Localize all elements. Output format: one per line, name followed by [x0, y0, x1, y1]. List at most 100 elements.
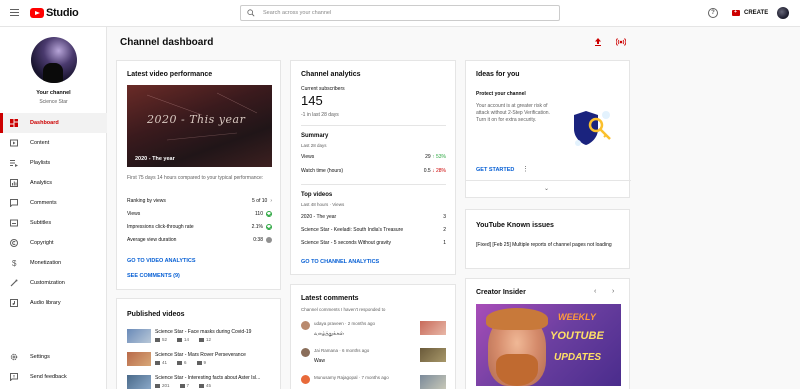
create-button[interactable]: CREATE: [728, 6, 772, 20]
studio-logo[interactable]: Studio: [30, 7, 79, 19]
commenter-avatar: [301, 348, 310, 357]
sidebar-item-monetization[interactable]: $ Monetization: [0, 253, 107, 273]
sidebar-item-label: Customization: [30, 280, 65, 286]
comment-item[interactable]: Munusamy Rajagopal · 7 months ago: [301, 375, 446, 389]
top-video-views: 1: [443, 240, 446, 246]
channel-analytics-link[interactable]: GO TO CHANNEL ANALYTICS: [301, 259, 379, 265]
ranking-label: Ranking by views: [127, 198, 166, 204]
comment-meta: udaya praveen · 2 months ago: [314, 321, 376, 326]
latest-video-thumbnail[interactable]: 2020 - This year 2020 - The year: [127, 85, 272, 167]
upload-icon[interactable]: [593, 37, 603, 47]
metric-row: Views 110: [127, 211, 272, 217]
more-vert-icon[interactable]: ⋮: [522, 165, 529, 173]
search-bar[interactable]: [240, 5, 560, 21]
top-video-views: 3: [443, 214, 446, 220]
top-video-row[interactable]: 2020 - The year 3: [301, 214, 446, 220]
sidebar-item-comments[interactable]: Comments: [0, 193, 107, 213]
latest-video-card: Latest video performance 2020 - This yea…: [116, 60, 281, 290]
subscribers-count: 145: [301, 93, 323, 108]
comments-count: 7: [186, 383, 190, 388]
latest-comments-card: Latest comments Channel comments I haven…: [290, 284, 456, 389]
top-video-title: 2020 - The year: [301, 214, 337, 220]
summary-label: Watch time (hours): [301, 168, 344, 174]
metric-value: 110: [255, 211, 263, 217]
comment-meta: Jai Ramana · 6 months ago: [314, 348, 370, 353]
sidebar-item-dashboard[interactable]: Dashboard: [0, 113, 107, 133]
published-video-item[interactable]: Science Star - Interesting facts about A…: [127, 375, 282, 389]
video-stats: 201 7 45: [155, 383, 211, 388]
comment-time: 2 months ago: [347, 321, 376, 326]
chevron-down-icon[interactable]: ⌄: [544, 185, 549, 192]
channel-analytics-card: Channel analytics Current subscribers 14…: [290, 60, 456, 275]
latest-comments-title: Latest comments: [301, 295, 359, 302]
info-icon: [266, 237, 272, 243]
sidebar-item-content[interactable]: Content: [0, 133, 107, 153]
top-videos-title: Top videos: [301, 192, 333, 198]
summary-period: Last 28 days: [301, 143, 327, 148]
sidebar-item-label: Comments: [30, 200, 57, 206]
feedback-icon: [10, 373, 18, 381]
channel-avatar[interactable]: [31, 37, 77, 83]
thumbnail-word-updates: UPDATES: [554, 352, 602, 363]
comment-item[interactable]: Jai Ramana · 6 months ago Waw: [301, 348, 446, 372]
copyright-icon: [10, 239, 18, 247]
published-video-item[interactable]: Science Star - Face masks during Covid-1…: [127, 329, 282, 349]
creator-insider-video-thumbnail[interactable]: WEEKLY YOUTUBE UPDATES: [476, 304, 621, 386]
search-input[interactable]: [263, 10, 543, 16]
channel-name: Science Star: [39, 99, 68, 105]
top-video-row[interactable]: Science Star - 5 seconds Without gravity…: [301, 240, 446, 246]
go-live-icon[interactable]: [616, 37, 626, 47]
comment-icon: [179, 383, 185, 388]
views-icon: [155, 337, 160, 342]
top-video-title: Science Star - 5 seconds Without gravity: [301, 240, 392, 246]
published-video-item[interactable]: Science Star - Mars Rover Perseverance 4…: [127, 352, 282, 372]
sidebar-item-playlists[interactable]: Playlists: [0, 153, 107, 173]
comment-author: Munusamy Rajagopal: [314, 375, 358, 380]
summary-row[interactable]: Watch time (hours) 0.5 ↓ 28%: [301, 168, 446, 174]
logo-text: Studio: [46, 7, 79, 19]
account-avatar[interactable]: [777, 7, 789, 19]
sidebar-item-analytics[interactable]: Analytics: [0, 173, 107, 193]
views-count: 41: [162, 360, 168, 365]
ranking-row[interactable]: Ranking by views 5 of 10 ›: [127, 198, 272, 204]
see-comments-link[interactable]: SEE COMMENTS (9): [127, 273, 180, 279]
comment-item[interactable]: udaya praveen · 2 months ago வாழ்த்துக்க…: [301, 321, 446, 345]
summary-change-up: ↑ 53%: [432, 154, 446, 160]
video-title: Science Star - Interesting facts about A…: [155, 375, 261, 381]
sidebar-item-copyright[interactable]: Copyright: [0, 233, 107, 253]
sidebar-item-audio-library[interactable]: Audio library: [0, 293, 107, 313]
sidebar-item-feedback[interactable]: Send feedback: [0, 367, 107, 387]
sidebar-item-customization[interactable]: Customization: [0, 273, 107, 293]
video-title: Science Star - Face masks during Covid-1…: [155, 329, 252, 335]
menu-icon[interactable]: [10, 9, 19, 17]
metric-row: Average view duration 0:38: [127, 237, 272, 243]
known-issues-card: YouTube Known issues [Fixed] [Feb 25] Mu…: [465, 209, 630, 269]
comments-icon: [10, 199, 18, 207]
thumbs-up-icon: [199, 337, 205, 342]
known-issues-text[interactable]: [Fixed] [Feb 25] Multiple reports of cha…: [476, 242, 624, 249]
comment-meta: Munusamy Rajagopal · 7 months ago: [314, 375, 389, 380]
help-icon[interactable]: ?: [708, 8, 718, 18]
sidebar-item-label: Copyright: [30, 240, 54, 246]
commenter-avatar: [301, 375, 310, 384]
sidebar-item-subtitles[interactable]: Subtitles: [0, 213, 107, 233]
views-count: 52: [162, 337, 168, 342]
summary-row[interactable]: Views 29 ↑ 53%: [301, 154, 446, 160]
divider: [466, 180, 631, 181]
gear-icon: [10, 353, 18, 361]
top-video-row[interactable]: Science Star - Keeladi: South India's Tr…: [301, 227, 446, 233]
chevron-left-icon[interactable]: ‹: [594, 288, 596, 295]
sidebar-item-label: Settings: [30, 354, 50, 360]
channel-analytics-title: Channel analytics: [301, 71, 361, 78]
presenter-hair: [486, 308, 548, 330]
chevron-right-icon[interactable]: ›: [612, 288, 614, 295]
sidebar-item-settings[interactable]: Settings: [0, 347, 107, 367]
comment-icon: [177, 360, 183, 365]
video-analytics-link[interactable]: GO TO VIDEO ANALYTICS: [127, 258, 196, 264]
presenter-beard: [496, 354, 538, 386]
comments-count: 6: [184, 360, 187, 365]
divider: [301, 125, 446, 126]
sidebar-item-label: Analytics: [30, 180, 53, 186]
get-started-button[interactable]: GET STARTED: [476, 167, 514, 173]
top-video-views: 2: [443, 227, 446, 233]
